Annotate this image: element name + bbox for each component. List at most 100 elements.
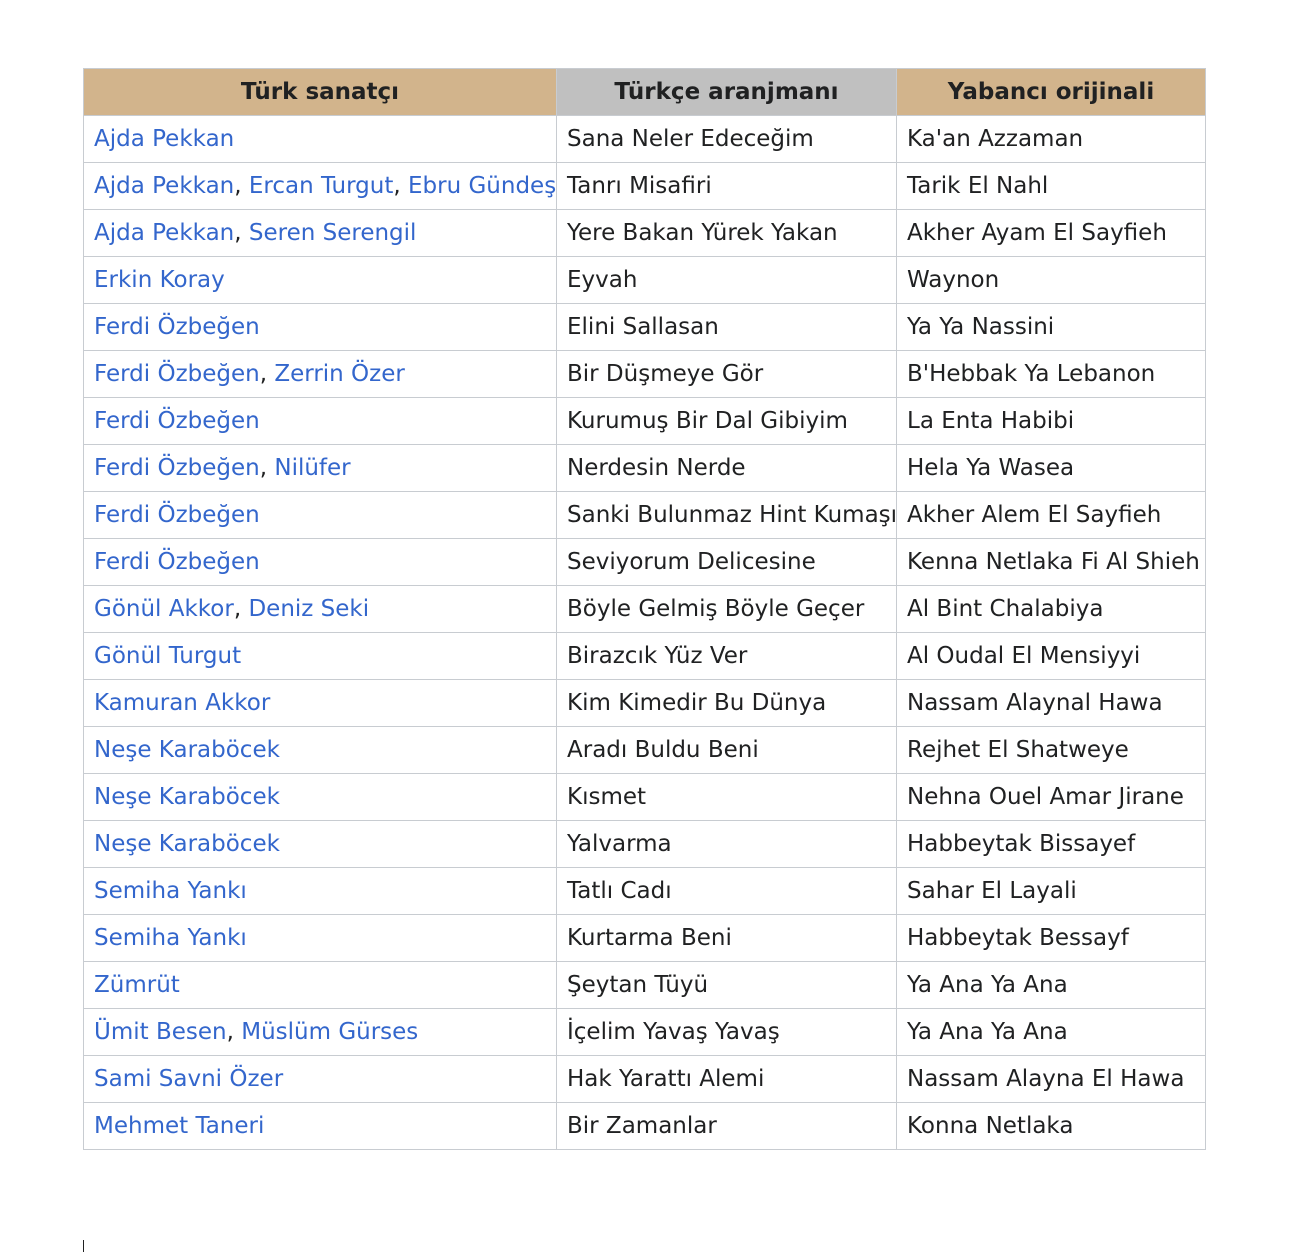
artist-link[interactable]: Ferdi Özbeğen [94,408,260,434]
artist-link[interactable]: Ajda Pekkan [94,220,234,246]
table-row: Mehmet Taneri Bir Zamanlar Konna Netlaka [83,1102,1206,1150]
cell-foreign-original: B'Hebbak Ya Lebanon [896,350,1206,398]
table-row: Ferdi Özbeğen, Nilüfer Nerdesin Nerde Hela… [83,444,1206,492]
cell-turkish-artist: Semiha Yankı [83,914,557,962]
artist-link[interactable]: Zerrin Özer [274,361,404,387]
cell-turkish-artist: Ferdi Özbeğen, Zerrin Özer [83,350,557,398]
cell-turkish-artist: Gönül Akkor, Deniz Seki [83,585,557,633]
cell-foreign-original: Ka'an Azzaman [896,115,1206,163]
cell-turkish-arrangement: Nerdesin Nerde [556,444,897,492]
cell-turkish-artist: Ajda Pekkan [83,115,557,163]
artist-link[interactable]: Müslüm Gürses [241,1019,418,1045]
cell-foreign-original: Hela Ya Wasea [896,444,1206,492]
artist-link[interactable]: Zümrüt [94,972,180,998]
cell-turkish-arrangement: Tatlı Cadı [556,867,897,915]
table-row: Gönül Turgut Birazcık Yüz Ver Al Oudal El … [83,632,1206,680]
table-row: Neşe Karaböcek Yalvarma Habbeytak Bissayef [83,820,1206,868]
artist-link[interactable]: Ferdi Özbeğen [94,549,260,575]
table-row: Ajda Pekkan, Seren Serengil Yere Bakan Yü… [83,209,1206,257]
artist-link[interactable]: Neşe Karaböcek [94,784,280,810]
cell-turkish-arrangement: Eyvah [556,256,897,304]
table-row: Neşe Karaböcek Aradı Buldu Beni Rejhet El … [83,726,1206,774]
table-row: Ferdi Özbeğen Kurumuş Bir Dal Gibiyim La E… [83,397,1206,445]
cell-turkish-arrangement: Kurumuş Bir Dal Gibiyim [556,397,897,445]
artist-link[interactable]: Deniz Seki [248,596,369,622]
cell-turkish-artist: Zümrüt [83,961,557,1009]
cell-turkish-arrangement: Bir Düşmeye Gör [556,350,897,398]
cell-foreign-original: Al Oudal El Mensiyyi [896,632,1206,680]
artist-link[interactable]: Ferdi Özbeğen [94,455,260,481]
table-header: Türk sanatçı Türkçe aranjmanı Yabancı or… [83,68,1206,116]
cell-turkish-artist: Mehmet Taneri [83,1102,557,1150]
cell-turkish-artist: Erkin Koray [83,256,557,304]
artist-link[interactable]: Ferdi Özbeğen [94,314,260,340]
cell-foreign-original: Akher Ayam El Sayfieh [896,209,1206,257]
table-row: Ajda Pekkan Sana Neler Edeceğim Ka'an Azza… [83,115,1206,163]
cell-turkish-artist: Neşe Karaböcek [83,820,557,868]
artist-link[interactable]: Semiha Yankı [94,878,247,904]
cell-turkish-arrangement: Yere Bakan Yürek Yakan [556,209,897,257]
artist-separator: , [226,1019,242,1045]
cell-turkish-arrangement: Sana Neler Edeceğim [556,115,897,163]
artist-link[interactable]: Mehmet Taneri [94,1113,264,1139]
table-row: Zümrüt Şeytan Tüyü Ya Ana Ya Ana [83,961,1206,1009]
cell-foreign-original: Akher Alem El Sayfieh [896,491,1206,539]
artist-link[interactable]: Gönül Akkor [94,596,234,622]
cell-turkish-arrangement: Yalvarma [556,820,897,868]
table-row: Ferdi Özbeğen Elini Sallasan Ya Ya Nassini [83,303,1206,351]
table-row: Semiha Yankı Tatlı Cadı Sahar El Layali [83,867,1206,915]
table-row: Ferdi Özbeğen Seviyorum Delicesine Kenna N… [83,538,1206,586]
artist-link[interactable]: Erkin Koray [94,267,225,293]
header-turkish-artist[interactable]: Türk sanatçı [83,68,557,116]
cell-turkish-arrangement: Kurtarma Beni [556,914,897,962]
artist-link[interactable]: Sami Savni Özer [94,1066,283,1092]
artist-link[interactable]: Ajda Pekkan [94,173,234,199]
artist-link[interactable]: Kamuran Akkor [94,690,270,716]
cell-foreign-original: Tarik El Nahl [896,162,1206,210]
cell-foreign-original: Nehna Ouel Amar Jirane [896,773,1206,821]
song-table-container: Türk sanatçı Türkçe aranjmanı Yabancı or… [83,68,1206,1150]
cell-turkish-arrangement: Hak Yarattı Alemi [556,1055,897,1103]
header-foreign-original[interactable]: Yabancı orijinali [896,68,1206,116]
cell-turkish-arrangement: İçelim Yavaş Yavaş [556,1008,897,1056]
header-turkish-arrangement[interactable]: Türkçe aranjmanı [556,68,897,116]
cell-turkish-arrangement: Seviyorum Delicesine [556,538,897,586]
artist-link[interactable]: Seren Serengil [249,220,417,246]
artist-link[interactable]: Neşe Karaböcek [94,737,280,763]
cell-turkish-arrangement: Aradı Buldu Beni [556,726,897,774]
cell-turkish-arrangement: Şeytan Tüyü [556,961,897,1009]
cell-turkish-arrangement: Kısmet [556,773,897,821]
cell-turkish-artist: Semiha Yankı [83,867,557,915]
artist-link[interactable]: Nilüfer [274,455,350,481]
artist-link[interactable]: Ebru Gündeş [408,173,556,199]
cell-turkish-artist: Kamuran Akkor [83,679,557,727]
cell-turkish-artist: Ümit Besen, Müslüm Gürses [83,1008,557,1056]
artist-link[interactable]: Ümit Besen [94,1019,227,1045]
artist-link[interactable]: Ajda Pekkan [94,126,234,152]
artist-link[interactable]: Gönül Turgut [94,643,241,669]
cell-foreign-original: Ya Ana Ya Ana [896,1008,1206,1056]
table-row: Sami Savni Özer Hak Yarattı Alemi Nassam A… [83,1055,1206,1103]
cell-turkish-arrangement: Böyle Gelmiş Böyle Geçer [556,585,897,633]
cell-turkish-arrangement: Elini Sallasan [556,303,897,351]
cell-foreign-original: Habbeytak Bessayf [896,914,1206,962]
artist-link[interactable]: Ferdi Özbeğen [94,502,260,528]
cell-turkish-artist: Neşe Karaböcek [83,773,557,821]
artist-separator: , [234,173,249,199]
artist-link[interactable]: Neşe Karaböcek [94,831,280,857]
artist-link[interactable]: Semiha Yankı [94,925,247,951]
table-row: Semiha Yankı Kurtarma Beni Habbeytak Bessa… [83,914,1206,962]
cell-turkish-artist: Neşe Karaböcek [83,726,557,774]
cell-turkish-arrangement: Bir Zamanlar [556,1102,897,1150]
cell-foreign-original: Sahar El Layali [896,867,1206,915]
artist-separator: , [393,173,408,199]
cell-foreign-original: Waynon [896,256,1206,304]
cell-turkish-artist: Gönül Turgut [83,632,557,680]
table-row: Gönül Akkor, Deniz Seki Böyle Gelmiş Böyl… [83,585,1206,633]
artist-link[interactable]: Ferdi Özbeğen [94,361,260,387]
table-row: Erkin Koray Eyvah Waynon [83,256,1206,304]
table-row: Ferdi Özbeğen, Zerrin Özer Bir Düşmeye Gö… [83,350,1206,398]
table-header-row: Türk sanatçı Türkçe aranjmanı Yabancı or… [83,68,1206,116]
artist-link[interactable]: Ercan Turgut [249,173,394,199]
cell-foreign-original: Konna Netlaka [896,1102,1206,1150]
